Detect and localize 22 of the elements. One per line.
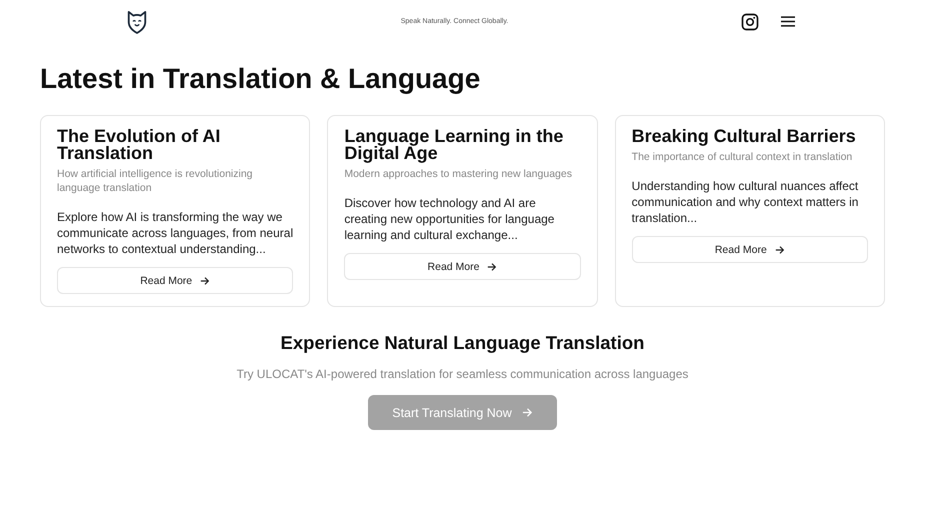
cta-text: Try ULOCAT's AI-powered translation for seamless communication across languages <box>236 367 688 381</box>
article-excerpt: Understanding how cultural nuances affect communication and why context matters in translation... <box>632 178 860 226</box>
article-title: Language Learning in the Digital Age <box>344 128 564 162</box>
arrow-right-icon <box>774 244 785 254</box>
arrow-right-icon <box>487 262 498 272</box>
article-excerpt: Discover how technology and AI are creating new opportunities for language learning and cultural exchange... <box>344 195 556 243</box>
article-excerpt: Explore how AI is transforming the way we communicate across languages, from neural networks to contextual understanding... <box>57 209 294 257</box>
page-title: Latest in Translation & Language <box>40 63 482 95</box>
arrow-right-icon <box>200 276 210 286</box>
cta-heading: Experience Natural Language Translation <box>280 332 644 354</box>
instagram-icon[interactable] <box>740 12 759 30</box>
menu-icon[interactable] <box>780 16 795 27</box>
cat-shield-logo[interactable] <box>126 8 148 34</box>
read-more-button[interactable]: Read More <box>57 267 294 294</box>
read-more-button[interactable]: Read More <box>344 253 581 280</box>
read-more-button[interactable]: Read More <box>632 236 868 263</box>
article-subtitle: How artificial intelligence is revolutionizing language translation <box>57 167 254 195</box>
article-title: The Evolution of AI Translation <box>57 128 222 162</box>
article-subtitle: Modern approaches to mastering new languages <box>344 167 573 181</box>
arrow-right-icon <box>522 407 533 418</box>
article-subtitle: The importance of cultural context in translation <box>632 150 854 164</box>
article-title: Breaking Cultural Barriers <box>632 128 857 145</box>
